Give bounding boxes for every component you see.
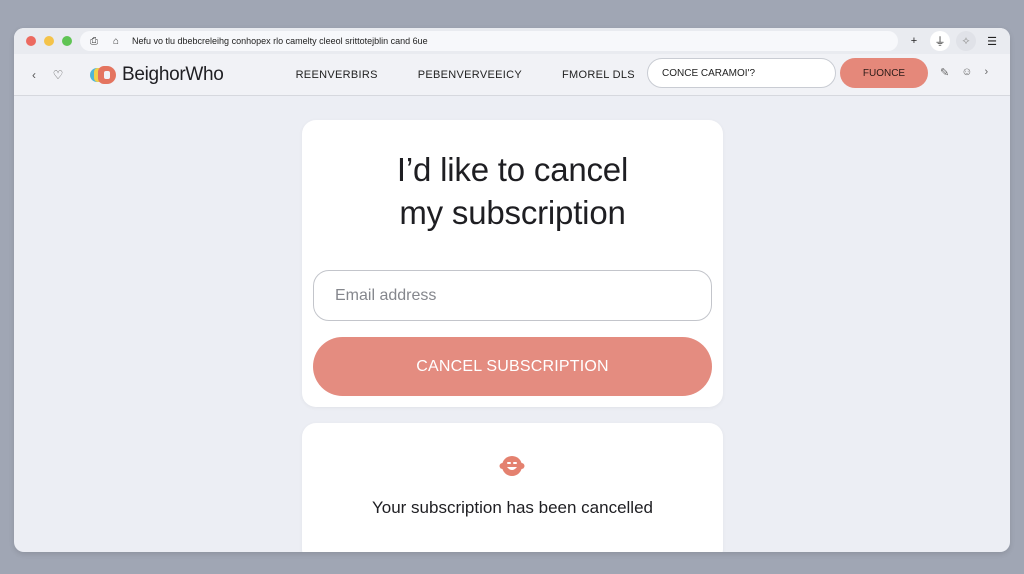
confirmation-message: Your subscription has been cancelled — [371, 498, 653, 517]
plus-icon[interactable]: + — [904, 31, 924, 51]
nav-link-3[interactable]: FMOREL DLS — [562, 69, 635, 81]
page-title: I’d like to cancel my subscription — [302, 148, 723, 234]
confirmation-card: Your subscription has been cancelled — [302, 423, 723, 552]
forward-icon[interactable]: › — [984, 66, 988, 79]
nav-link-2[interactable]: PEBENVERVEEICY — [418, 69, 522, 81]
title-line-1: I’d like to cancel — [396, 151, 629, 188]
brand-logo[interactable]: BeighorWho — [90, 64, 224, 86]
address-bar[interactable]: ⎙ ⌂ Nefu vo tlu dbebcreleihg conhopex rl… — [80, 31, 898, 51]
menu-icon[interactable]: ☰ — [982, 31, 1002, 51]
site-navbar: ‹ ♡ BeighorWho REENVERBIRS PEBENVERVEEIC… — [14, 54, 1010, 96]
back-icon[interactable]: ‹ — [22, 68, 46, 82]
extension-icon[interactable]: ⏚ — [930, 31, 950, 51]
minimize-window-button[interactable] — [44, 36, 54, 46]
window-controls — [26, 36, 72, 46]
brand-name: BeighorWho — [122, 63, 224, 85]
close-window-button[interactable] — [26, 36, 36, 46]
cancel-subscription-button[interactable]: CANCEL SUBSCRIPTION — [313, 337, 712, 396]
browser-window: ⎙ ⌂ Nefu vo tlu dbebcreleihg conhopex rl… — [14, 28, 1010, 552]
nav-search-input[interactable]: CONCE CARAMOI'? — [647, 58, 836, 88]
smiley-face-icon — [499, 456, 525, 476]
emoji-icon[interactable]: ☺ — [961, 66, 972, 79]
tab-icon: ⎙ — [90, 35, 98, 47]
title-bar: ⎙ ⌂ Nefu vo tlu dbebcreleihg conhopex rl… — [14, 28, 1010, 54]
edit-icon[interactable]: ✎ — [940, 66, 949, 79]
nav-cta-button[interactable]: FUONCE — [840, 58, 928, 88]
cancel-subscription-card: I’d like to cancel my subscription CANCE… — [302, 120, 723, 407]
nav-link-1[interactable]: REENVERBIRS — [296, 69, 378, 81]
logo-icon — [90, 65, 116, 84]
maximize-window-button[interactable] — [62, 36, 72, 46]
lock-icon: ⌂ — [112, 35, 120, 47]
sync-icon[interactable]: ⟡ — [956, 31, 976, 51]
email-field[interactable] — [313, 270, 712, 321]
url-text[interactable]: Nefu vo tlu dbebcreleihg conhopex rlo ca… — [132, 36, 428, 46]
nav-links: REENVERBIRS PEBENVERVEEICY FMOREL DLS — [296, 69, 635, 81]
title-line-2: my subscription — [399, 194, 626, 231]
shield-icon[interactable]: ♡ — [46, 68, 70, 82]
